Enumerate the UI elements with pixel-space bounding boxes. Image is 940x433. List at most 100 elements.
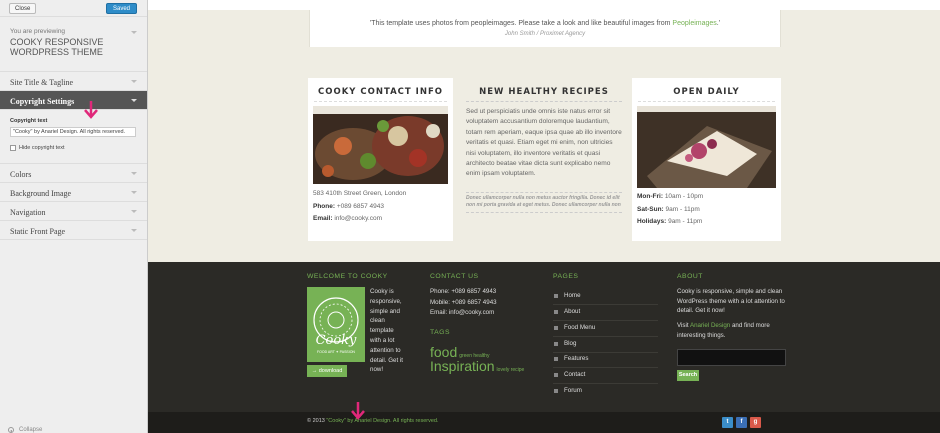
quote-text: 'This template uses photos from peopleim… (310, 20, 780, 27)
hours-row: Sat-Sun: 9am - 11pm (632, 204, 781, 217)
page-label: Forum (564, 387, 582, 394)
copyright-year: © 2013 (307, 418, 327, 424)
footer-mobile: Mobile: +089 6857 4943 (430, 299, 497, 306)
footer-email: Email: info@cooky.com (430, 309, 495, 316)
section-label: Site Title & Tagline (10, 78, 74, 87)
day-label: Sat-Sun: (637, 205, 664, 213)
copyright-settings-panel: Copyright text "Cooky" by Anariel Design… (0, 110, 147, 164)
pages-heading: PAGES (553, 273, 579, 280)
chevron-down-icon (131, 229, 137, 232)
section-site-title[interactable]: Site Title & Tagline (0, 72, 147, 91)
contact-phone: Phone: +089 6857 4943 (308, 201, 453, 214)
section-colors[interactable]: Colors (0, 164, 147, 183)
section-navigation[interactable]: Navigation (0, 202, 147, 221)
collapse-button[interactable]: ◂ Collapse (8, 427, 42, 433)
hours-row: Mon-Fri: 10am - 10pm (632, 191, 781, 204)
page-label: Food Menu (564, 324, 596, 331)
day-label: Holidays: (637, 218, 667, 225)
collapse-label: Collapse (19, 427, 43, 433)
twitter-icon[interactable]: t (722, 417, 733, 428)
hide-copyright-row[interactable]: Hide copyright text (10, 145, 137, 151)
bullet-icon (554, 389, 558, 393)
theme-preview-info: You are previewing COOKY RESPONSIVE WORD… (0, 17, 147, 72)
hours-row: Holidays: 9am - 11pm (632, 216, 781, 229)
copyright-text: © 2013 "Cooky" by Anariel Design. All ri… (307, 418, 438, 424)
customizer-sidebar: Close Saved You are previewing COOKY RES… (0, 0, 148, 433)
section-label: Copyright Settings (10, 97, 75, 106)
section-background-image[interactable]: Background Image (0, 183, 147, 202)
google-plus-icon[interactable]: g (750, 417, 761, 428)
cooky-logo: Cooky FOOD ART ✦ PASSION (307, 287, 365, 362)
chevron-down-icon (131, 210, 137, 213)
day-label: Mon-Fri: (637, 193, 663, 200)
phone-label: Phone: (313, 202, 336, 210)
copyright-text-input[interactable]: "Cooky" by Anariel Design. All rights re… (10, 127, 136, 137)
site-preview: 'This template uses photos from peopleim… (148, 0, 940, 433)
hide-copyright-checkbox[interactable] (10, 145, 16, 151)
hours-value: 9am - 11pm (668, 218, 703, 225)
bullet-icon (554, 357, 558, 361)
close-button[interactable]: Close (9, 3, 37, 14)
tag-inspiration[interactable]: Inspiration (430, 358, 495, 374)
contact-email: Email: info@cooky.com (308, 213, 453, 226)
previewing-label: You are previewing (10, 28, 66, 35)
tag-cloud: food green healthy Inspiration lovely re… (430, 344, 524, 373)
site-footer: WELCOME TO COOKY Cooky FOOD ART ✦ PASSIO… (148, 262, 940, 412)
annotation-arrow-icon (84, 101, 98, 119)
facebook-icon[interactable]: f (736, 417, 747, 428)
chevron-down-icon (131, 172, 137, 175)
email-value[interactable]: info@cooky.com (333, 215, 382, 222)
page-label: Features (564, 355, 589, 362)
footer-page-link[interactable]: Blog (553, 337, 658, 353)
chevron-down-icon (131, 191, 137, 194)
top-strip (148, 0, 940, 10)
open-daily-card: OPEN DAILY Mon-Fri: 10am - 10pm Sat-Sun:… (632, 78, 781, 241)
welcome-heading: WELCOME TO COOKY (307, 273, 388, 280)
footer-search-input[interactable] (677, 349, 786, 366)
quote-link[interactable]: Peopleimages (672, 20, 716, 27)
section-label: Static Front Page (10, 227, 66, 236)
quote-body: 'This template uses photos from peopleim… (369, 20, 673, 27)
section-label: Colors (10, 170, 32, 179)
recipes-body: Sed ut perspiciatis unde omnis iste natu… (466, 108, 622, 178)
hours-value: 9am - 11pm (665, 205, 700, 213)
phone-value: +089 6857 4943 (335, 202, 385, 210)
about-text: Cooky is responsive, simple and clean Wo… (677, 288, 785, 314)
copyright-text-label: Copyright text (10, 118, 48, 124)
testimonial-quote: 'This template uses photos from peopleim… (309, 10, 781, 47)
logo-text: Cooky (315, 333, 357, 348)
hours-value: 10am - 10pm (664, 193, 704, 200)
footer-page-link[interactable]: About (553, 305, 658, 321)
about-heading: ABOUT (677, 273, 703, 280)
bullet-icon (554, 373, 558, 377)
footer-phone: Phone: +089 6857 4943 (430, 288, 497, 295)
card-title: OPEN DAILY (638, 78, 775, 102)
section-static-front-page[interactable]: Static Front Page (0, 221, 147, 240)
tags-heading: TAGS (430, 329, 451, 336)
footer-page-link[interactable]: Forum (553, 384, 658, 400)
bullet-icon (554, 342, 558, 346)
footer-page-link[interactable]: Food Menu (553, 321, 658, 337)
contact-heading: CONTACT US (430, 273, 479, 280)
search-button[interactable]: Search (677, 370, 699, 381)
tag-lovely-recipe[interactable]: lovely recipe (497, 367, 525, 373)
bullet-icon (554, 326, 558, 330)
copyright-link[interactable]: "Cooky" by Anariel Design. All rights re… (326, 418, 438, 424)
food-photo (313, 106, 448, 184)
page-label: About (564, 308, 581, 315)
recipes-title: NEW HEALTHY RECIPES (466, 78, 622, 102)
page-label: Blog (564, 340, 577, 347)
chevron-down-icon (131, 80, 137, 83)
footer-page-link[interactable]: Home (553, 289, 658, 305)
bullet-icon (554, 310, 558, 314)
quote-end: .' (716, 20, 721, 27)
chevron-down-icon (131, 99, 137, 102)
theme-name: COOKY RESPONSIVE WORDPRESS THEME (10, 37, 104, 57)
recipes-note: Donec ullamcorper nulla non metus auctor… (466, 191, 622, 213)
footer-page-link[interactable]: Contact (553, 368, 658, 384)
download-button[interactable]: → download (307, 365, 347, 377)
saved-button[interactable]: Saved (105, 3, 137, 14)
anariel-link[interactable]: Anariel Design (690, 322, 730, 329)
section-copyright-settings[interactable]: Copyright Settings (0, 91, 147, 110)
footer-page-link[interactable]: Features (553, 352, 658, 368)
